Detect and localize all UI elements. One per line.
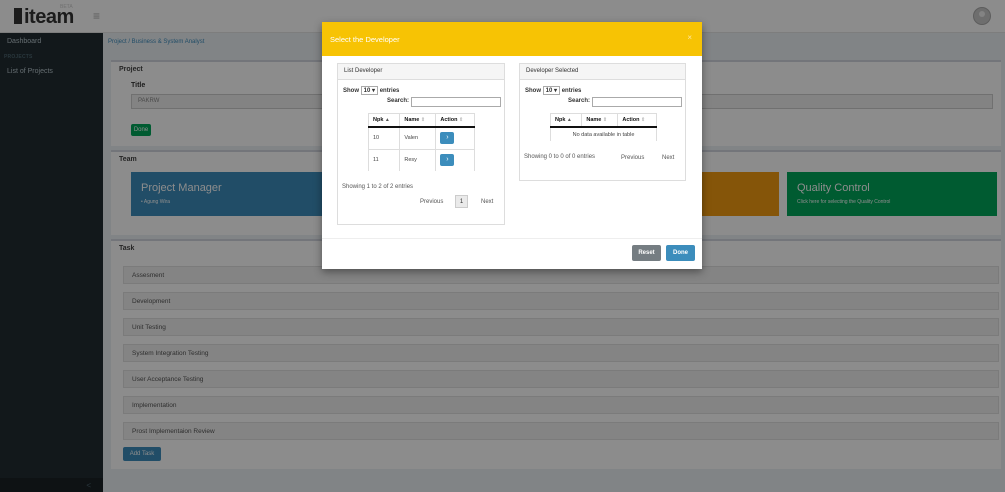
cell-name: Valen [399, 126, 437, 149]
search-input[interactable] [411, 97, 501, 107]
pager-next[interactable]: Next [662, 155, 674, 161]
select-developer-button[interactable]: › [440, 154, 455, 167]
cell-action: › [435, 148, 475, 171]
close-icon[interactable]: × [687, 33, 692, 42]
cell-npk: 10 [367, 126, 401, 149]
list-developer-panel: List Developer Show 10 ▾ entries Search:… [337, 63, 505, 225]
select-developer-button[interactable]: › [440, 132, 455, 145]
selected-developer-table: Npk ▲ Name ⇕ Action ⇕ No data available … [549, 113, 657, 141]
search-label: Search: [568, 98, 591, 104]
pager-previous[interactable]: Previous [621, 155, 644, 161]
table-info: Showing 1 to 2 of 2 entries [342, 184, 414, 190]
page-length-select[interactable]: 10 ▾ [360, 86, 379, 95]
pager-page-1[interactable]: 1 [455, 195, 468, 208]
panel-heading: Developer Selected [520, 64, 685, 80]
table-row: No data available in table [550, 126, 657, 141]
table-info: Showing 0 to 0 of 0 entries [524, 154, 596, 160]
column-header-name[interactable]: Name ⇕ [581, 113, 619, 128]
column-header-npk[interactable]: Npk ▲ [367, 113, 401, 128]
panel-heading: List Developer [338, 64, 504, 80]
length-control: Show 10 ▾ entries [343, 86, 400, 95]
search-input[interactable] [592, 97, 682, 107]
empty-table-message: No data available in table [550, 126, 657, 141]
developer-selected-panel: Developer Selected Show 10 ▾ entries Sea… [519, 63, 686, 181]
length-control: Show 10 ▾ entries [525, 86, 582, 95]
column-header-npk[interactable]: Npk ▲ [549, 113, 583, 128]
column-header-action[interactable]: Action ⇕ [617, 113, 657, 128]
column-header-name[interactable]: Name ⇕ [399, 113, 437, 128]
modal-header: Select the Developer × [322, 22, 702, 56]
pager-next[interactable]: Next [481, 199, 493, 205]
modal-footer-divider [322, 238, 702, 239]
reset-button[interactable]: Reset [632, 245, 661, 261]
pager-previous[interactable]: Previous [420, 199, 443, 205]
done-button[interactable]: Done [666, 245, 695, 261]
page-length-select[interactable]: 10 ▾ [542, 86, 561, 95]
cell-name: Resy [399, 148, 437, 171]
table-row: 10 Valen › [367, 126, 475, 149]
select-developer-modal: Select the Developer × List Developer Sh… [322, 22, 702, 269]
column-header-action[interactable]: Action ⇕ [435, 113, 475, 128]
search-label: Search: [387, 98, 410, 104]
modal-title: Select the Developer [330, 35, 400, 44]
table-row: 11 Resy › [367, 148, 475, 171]
developer-table: Npk ▲ Name ⇕ Action ⇕ 10 Valen › 11 Resy… [367, 113, 475, 171]
cell-action: › [435, 126, 475, 149]
cell-npk: 11 [367, 148, 401, 171]
